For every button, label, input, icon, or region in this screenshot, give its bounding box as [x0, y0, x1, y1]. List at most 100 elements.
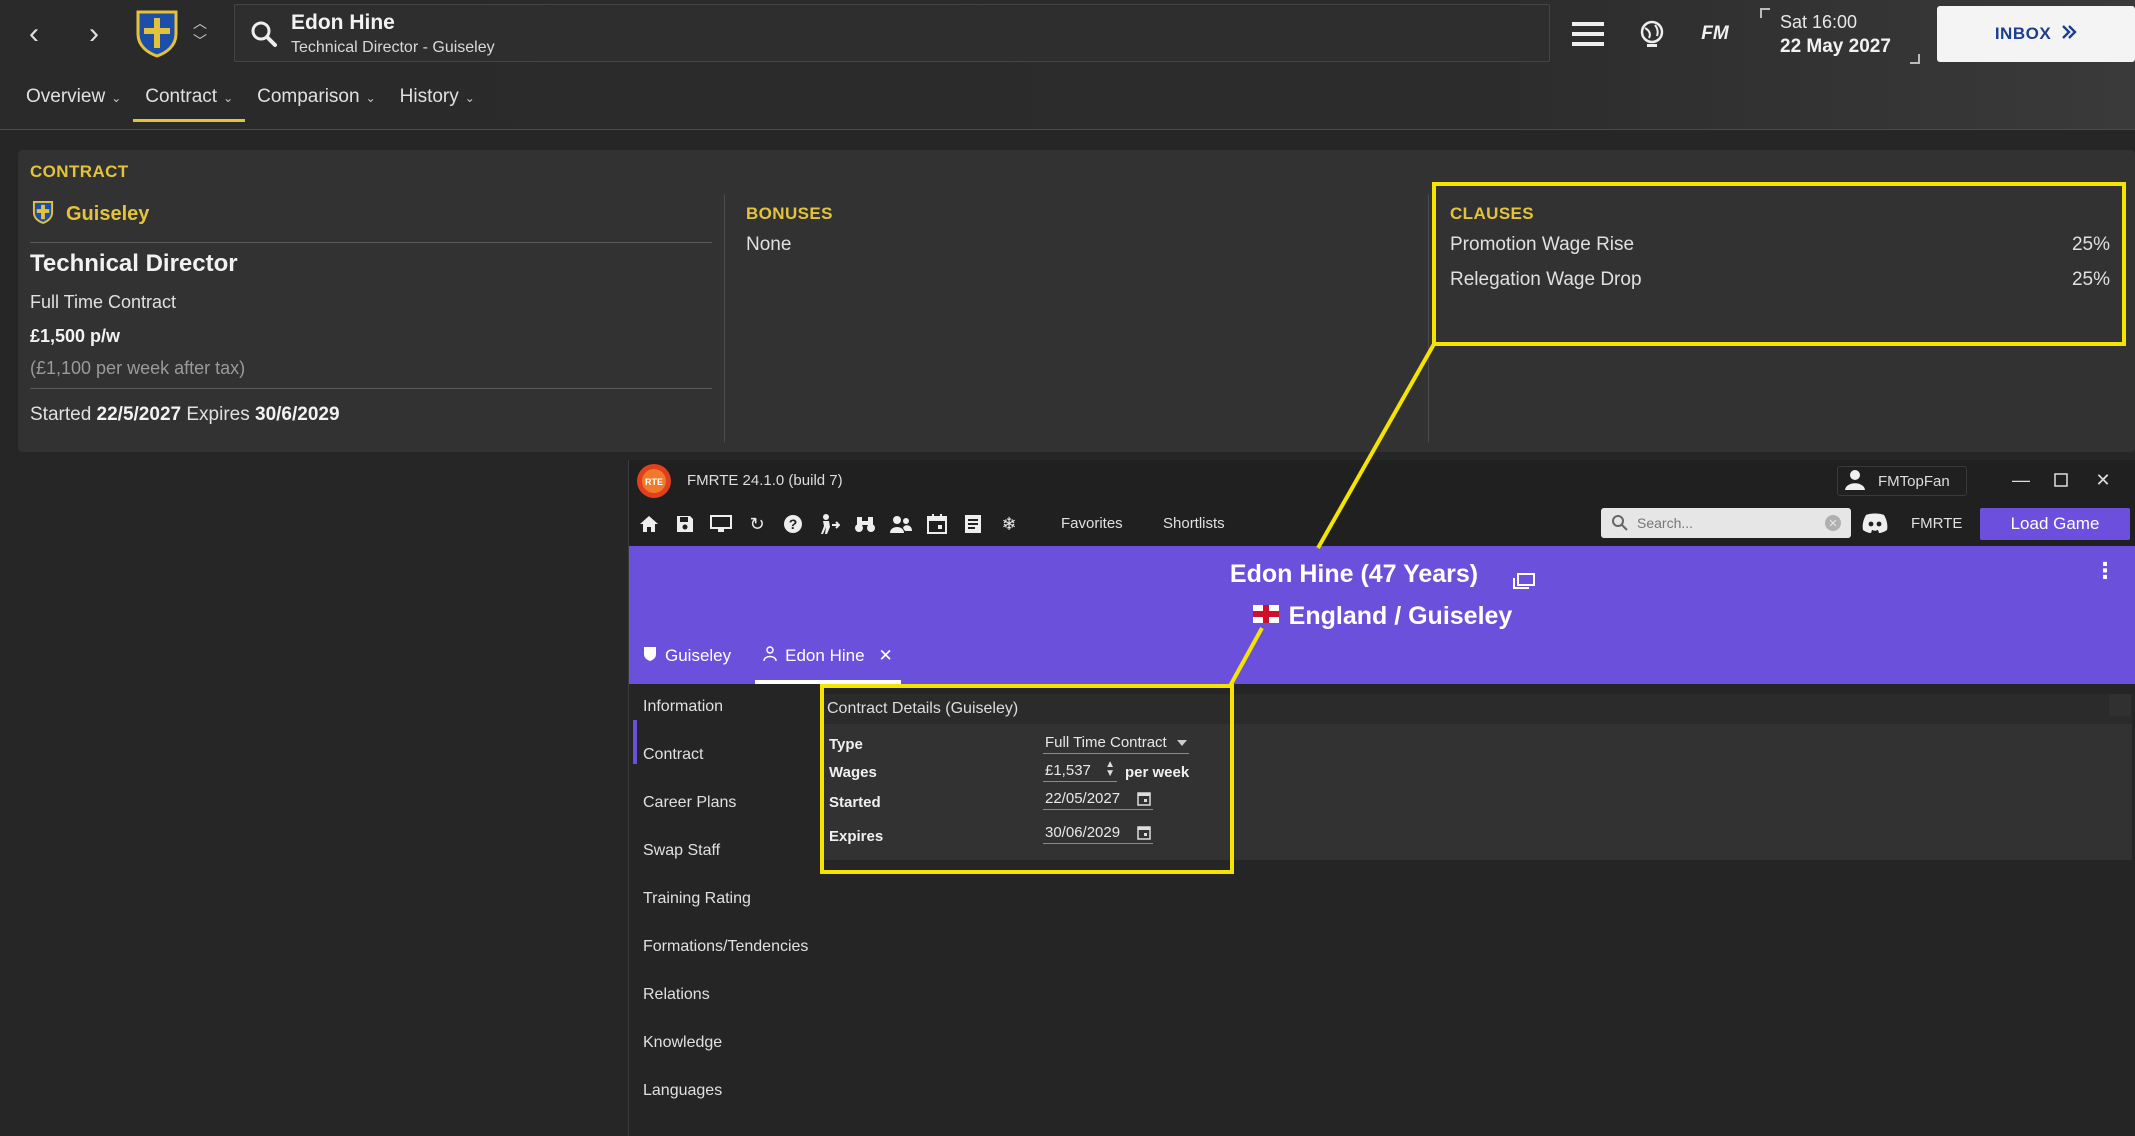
contract-club[interactable]: Guiseley [32, 200, 149, 229]
chevron-down-icon: ⌄ [111, 91, 122, 105]
sidebar-item-contract[interactable]: Contract [643, 746, 703, 764]
club-badge-icon [32, 200, 54, 229]
fm-tab-bar: Overview ⌄ Contract ⌄ Comparison ⌄ History ⌄ [26, 86, 475, 122]
club-badge-icon[interactable] [134, 8, 180, 58]
save-icon[interactable] [673, 512, 697, 536]
person-header: Edon Hine (47 Years) England / Guiseley … [629, 546, 2135, 684]
shortlists-link[interactable]: Shortlists [1163, 515, 1225, 532]
tab-guiseley[interactable]: Guiseley [635, 638, 739, 684]
corner-mark [1760, 8, 1770, 18]
search-icon [1611, 514, 1629, 532]
notes-icon[interactable] [961, 512, 985, 536]
sidebar-item-training-rating[interactable]: Training Rating [643, 890, 751, 908]
clear-search-icon[interactable]: ✕ [1825, 515, 1841, 531]
england-flag-icon [1252, 605, 1279, 624]
person-header-name: Edon Hine (47 Years) [629, 560, 2135, 590]
active-indicator [633, 720, 637, 764]
divider [724, 194, 725, 442]
person-icon [763, 646, 777, 667]
date-time-display[interactable]: Sat 16:00 22 May 2027 [1760, 8, 1920, 64]
username: FMTopFan [1878, 472, 1950, 490]
popout-icon[interactable] [1513, 567, 1536, 590]
current-time: Sat 16:00 [1780, 12, 1858, 32]
person-role: Technical Director - Guiseley [291, 39, 495, 56]
fmrte-toolbar: ↻ ? ❄ Favorites Shortlists ✕ [629, 502, 2135, 546]
fm-top-bar: ‹ › ︿ ﹀ Edon Hine Technical Director - Gu… [0, 0, 2135, 130]
sidebar-item-information[interactable]: Information [643, 698, 723, 716]
forward-arrow-icon[interactable]: › [74, 14, 114, 54]
contract-expiry-date: 30/6/2029 [255, 404, 340, 425]
tab-comparison[interactable]: Comparison ⌄ [257, 86, 376, 122]
calendar-icon[interactable] [925, 512, 949, 536]
svg-text:?: ? [789, 516, 798, 532]
fmrte-window-title: FMRTE 24.1.0 (build 7) [687, 472, 843, 489]
sidebar-item-formations[interactable]: Formations/Tendencies [643, 938, 808, 956]
search-icon [249, 19, 279, 49]
contract-type: Full Time Contract [30, 292, 177, 312]
fmrte-titlebar: RTE FMRTE 24.1.0 (build 7) FMTopFan — ✕ [629, 460, 2135, 502]
maximize-icon[interactable] [2041, 466, 2081, 494]
sidebar-item-knowledge[interactable]: Knowledge [643, 1034, 722, 1052]
search-input[interactable] [1637, 514, 1817, 532]
sidebar-item-languages[interactable]: Languages [643, 1082, 722, 1100]
chevron-down-icon: ⌄ [223, 91, 234, 105]
back-arrow-icon[interactable]: ‹ [14, 14, 54, 54]
more-options-icon[interactable]: ⋮ [2094, 558, 2116, 584]
contract-section-title: CONTRACT [30, 162, 129, 181]
monitor-icon[interactable] [709, 512, 733, 536]
load-game-button[interactable]: Load Game [1980, 508, 2130, 540]
help-icon[interactable]: ? [781, 512, 805, 536]
staff-transfer-icon[interactable] [817, 512, 841, 536]
fm-logo[interactable]: FM [1690, 14, 1740, 54]
double-chevron-right-icon [2061, 24, 2077, 44]
chevron-down-icon: ⌄ [365, 91, 376, 105]
contract-start-date: 22/5/2027 [96, 404, 182, 425]
divider [30, 388, 712, 389]
fmrte-sidebar: Information Contract Career Plans Swap S… [629, 684, 815, 1136]
home-icon[interactable] [637, 512, 661, 536]
chevron-down-icon: ⌄ [464, 91, 475, 105]
club-name: Guiseley [66, 203, 150, 225]
tab-overview[interactable]: Overview ⌄ [26, 86, 121, 122]
binoculars-icon[interactable] [853, 512, 877, 536]
snowflake-icon[interactable]: ❄ [997, 512, 1021, 536]
highlight-box-contract-details [820, 684, 1234, 874]
divider [30, 242, 712, 243]
bonuses-section: BONUSES None [746, 204, 833, 256]
highlight-box-clauses [1432, 182, 2126, 346]
contract-dates: Started 22/5/2027 Expires 30/6/2029 [30, 404, 340, 425]
contract-wage: £1,500 p/w [30, 326, 121, 346]
refresh-icon[interactable]: ↻ [745, 512, 769, 536]
minimize-icon[interactable]: — [2001, 466, 2041, 494]
tab-history[interactable]: History ⌄ [400, 86, 475, 122]
favorites-link[interactable]: Favorites [1061, 515, 1123, 532]
scroll-up-button[interactable] [2109, 694, 2131, 716]
contract-role: Technical Director [30, 250, 238, 277]
svg-text:RTE: RTE [645, 477, 663, 487]
fmrte-link[interactable]: FMRTE [1911, 515, 1962, 532]
discord-icon[interactable] [1861, 512, 1889, 536]
up-down-chevron-icon[interactable]: ︿ ﹀ [188, 14, 212, 54]
close-icon[interactable]: ✕ [2083, 466, 2123, 494]
people-icon[interactable] [889, 512, 913, 536]
globe-icon[interactable] [1632, 14, 1672, 54]
sidebar-item-swap-staff[interactable]: Swap Staff [643, 842, 720, 860]
shield-icon [643, 646, 657, 667]
fmrte-search-box[interactable]: ✕ [1601, 508, 1851, 538]
contract-wage-after-tax: (£1,100 per week after tax) [30, 358, 246, 378]
current-date: 22 May 2027 [1780, 36, 1891, 57]
sidebar-item-relations[interactable]: Relations [643, 986, 710, 1004]
person-search-box[interactable]: Edon Hine Technical Director - Guiseley [234, 4, 1550, 62]
user-icon [1844, 468, 1866, 494]
close-tab-icon[interactable]: ✕ [879, 646, 893, 666]
inbox-button[interactable]: INBOX [1937, 6, 2135, 62]
bonuses-value: None [746, 234, 792, 255]
tab-edon-hine[interactable]: Edon Hine ✕ [755, 638, 901, 684]
bonuses-title: BONUSES [746, 204, 833, 223]
tab-contract[interactable]: Contract ⌄ [133, 86, 246, 122]
user-account[interactable]: FMTopFan [1837, 466, 1967, 496]
inbox-label: INBOX [1994, 24, 2052, 43]
menu-icon[interactable] [1568, 14, 1608, 54]
person-header-nation: England / Guiseley [629, 602, 2135, 631]
sidebar-item-career-plans[interactable]: Career Plans [643, 794, 736, 812]
